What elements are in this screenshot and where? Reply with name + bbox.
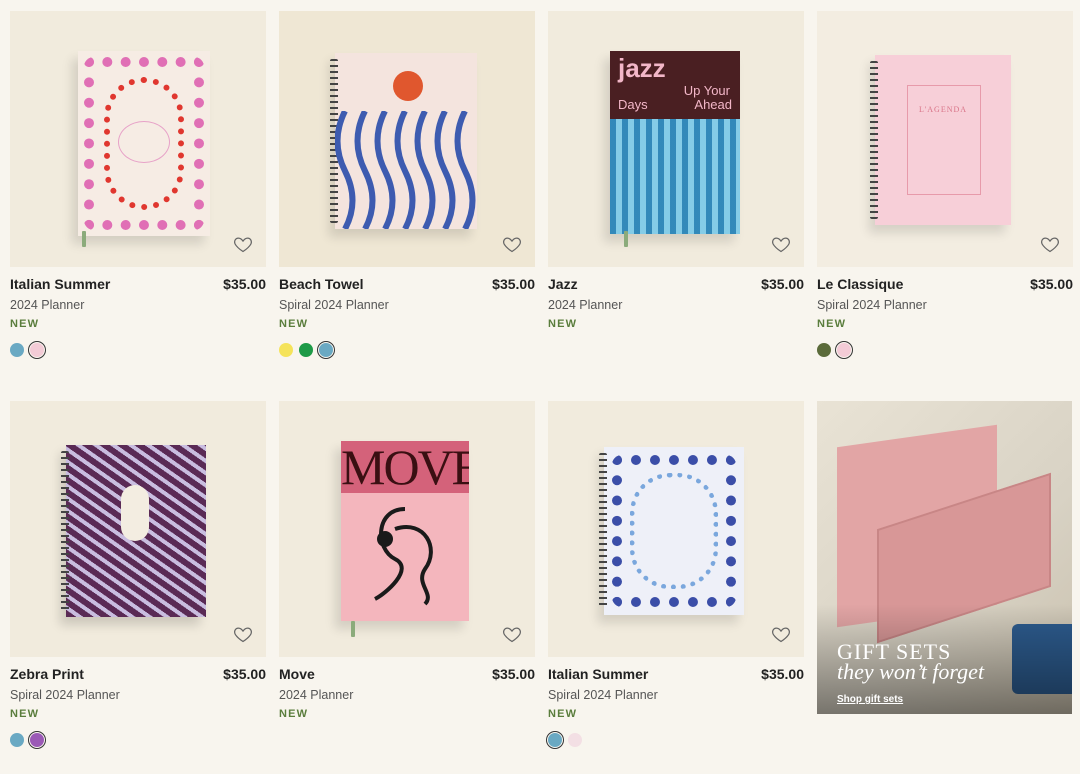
cover-title: jazz [618, 53, 666, 83]
planner-cover [599, 447, 744, 615]
shop-gift-sets-link[interactable]: Shop gift sets [837, 694, 903, 705]
color-swatches [10, 731, 46, 749]
cover-title: L'AGENDA [918, 105, 968, 114]
color-swatches [10, 341, 46, 359]
planner-cover: jazz Up Your Days Ahead [610, 51, 740, 234]
ribbon [624, 231, 628, 247]
gift-sets-promo[interactable]: GIFT SETS they won’t forget Shop gift se… [817, 401, 1072, 714]
heart-icon[interactable] [502, 234, 522, 254]
product-name[interactable]: Beach Towel [279, 276, 364, 292]
cover-text: Days [618, 97, 648, 112]
product-image[interactable]: MOVE [279, 401, 535, 657]
swatch-green[interactable] [817, 343, 831, 357]
product-subtitle: 2024 Planner [279, 688, 354, 702]
heart-icon[interactable] [502, 624, 522, 644]
product-image[interactable] [10, 401, 266, 657]
swatch-pink[interactable] [28, 341, 46, 359]
new-badge: NEW [279, 708, 309, 720]
swatch-pink[interactable] [835, 341, 853, 359]
product-card[interactable]: Italian Summer $35.00 Spiral 2024 Planner… [546, 401, 804, 761]
heart-icon[interactable] [233, 234, 253, 254]
planner-cover [78, 51, 210, 236]
swatch-green[interactable] [299, 343, 313, 357]
new-badge: NEW [548, 318, 578, 330]
product-subtitle: 2024 Planner [548, 298, 623, 312]
planner-cover [330, 53, 477, 229]
heart-icon[interactable] [233, 624, 253, 644]
swatch-blue[interactable] [317, 341, 335, 359]
swatch-pink[interactable] [568, 733, 582, 747]
product-image[interactable] [10, 11, 266, 267]
product-subtitle: Spiral 2024 Planner [817, 298, 927, 312]
product-name[interactable]: Italian Summer [548, 666, 648, 682]
swatch-blue[interactable] [10, 733, 24, 747]
product-name[interactable]: Move [279, 666, 315, 682]
planner-cover: L'AGENDA [870, 55, 1011, 225]
product-name[interactable]: Le Classique [817, 276, 903, 292]
product-card[interactable]: MOVE Move $35.00 2024 Planner NEW [279, 401, 535, 761]
product-price: $35.00 [1030, 276, 1073, 292]
product-image[interactable] [548, 401, 804, 657]
product-subtitle: Spiral 2024 Planner [548, 688, 658, 702]
color-swatches [817, 341, 853, 359]
new-badge: NEW [817, 318, 847, 330]
planner-cover [61, 445, 206, 617]
swatch-purple[interactable] [28, 731, 46, 749]
product-price: $35.00 [761, 666, 804, 682]
new-badge: NEW [10, 318, 40, 330]
product-price: $35.00 [223, 666, 266, 682]
product-image[interactable]: L'AGENDA [817, 11, 1073, 267]
heart-icon[interactable] [771, 234, 791, 254]
product-subtitle: Spiral 2024 Planner [279, 298, 389, 312]
new-badge: NEW [548, 708, 578, 720]
product-price: $35.00 [492, 666, 535, 682]
heart-icon[interactable] [1040, 234, 1060, 254]
swatch-yellow[interactable] [279, 343, 293, 357]
product-card[interactable]: jazz Up Your Days Ahead Jazz $35.00 2024 … [548, 11, 804, 371]
product-card[interactable]: L'AGENDA Le Classique $35.00 Spiral 2024 … [817, 11, 1073, 371]
product-card[interactable]: Beach Towel $35.00 Spiral 2024 Planner NE… [279, 11, 535, 371]
color-swatches [279, 341, 335, 359]
product-subtitle: 2024 Planner [10, 298, 85, 312]
product-name[interactable]: Jazz [548, 276, 578, 292]
ribbon [351, 621, 355, 637]
new-badge: NEW [10, 708, 40, 720]
planner-cover: MOVE [341, 441, 469, 621]
product-subtitle: Spiral 2024 Planner [10, 688, 120, 702]
color-swatches [546, 731, 582, 749]
product-image[interactable] [279, 11, 535, 267]
product-name[interactable]: Zebra Print [10, 666, 84, 682]
product-price: $35.00 [223, 276, 266, 292]
gift-subtitle: they won’t forget [837, 659, 985, 684]
ribbon [82, 231, 86, 247]
product-image[interactable]: jazz Up Your Days Ahead [548, 11, 804, 267]
swatch-blue[interactable] [10, 343, 24, 357]
swatch-blue[interactable] [546, 731, 564, 749]
product-price: $35.00 [492, 276, 535, 292]
product-name[interactable]: Italian Summer [10, 276, 110, 292]
product-card[interactable]: Zebra Print $35.00 Spiral 2024 Planner NE… [10, 401, 266, 761]
cover-text: Ahead [694, 97, 732, 112]
product-price: $35.00 [761, 276, 804, 292]
cover-title: MOVE [341, 441, 469, 495]
new-badge: NEW [279, 318, 309, 330]
cover-text: Up Your [683, 83, 730, 98]
heart-icon[interactable] [771, 624, 791, 644]
product-card[interactable]: Italian Summer $35.00 2024 Planner NEW [10, 11, 266, 371]
